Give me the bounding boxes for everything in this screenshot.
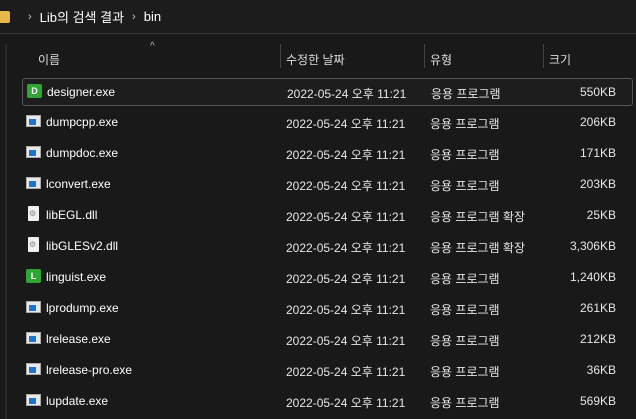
chevron-right-icon[interactable]: › <box>28 11 32 23</box>
file-type: 응용 프로그램 <box>430 148 500 162</box>
file-type: 응용 프로그램 <box>430 272 500 286</box>
exe-icon <box>26 301 41 313</box>
column-header: ^ 이름 수정한 날짜 유형 크기 <box>0 41 636 70</box>
file-name: lprodump.exe <box>46 301 119 315</box>
file-row[interactable]: L linguist.exe 2022-05-24 오후 11:21 응용 프로… <box>22 264 632 290</box>
file-date: 2022-05-24 오후 11:21 <box>286 117 406 131</box>
file-name: designer.exe <box>47 85 116 99</box>
dll-icon <box>28 206 39 221</box>
file-date: 2022-05-24 오후 11:21 <box>286 334 406 348</box>
exe-icon <box>26 146 41 158</box>
exe-icon <box>26 394 41 406</box>
file-date: 2022-05-24 오후 11:21 <box>286 365 406 379</box>
file-size: 36KB <box>586 363 616 377</box>
file-date: 2022-05-24 오후 11:21 <box>286 303 406 317</box>
file-name: linguist.exe <box>46 270 107 284</box>
exe-icon <box>26 177 41 189</box>
file-row[interactable]: dumpdoc.exe 2022-05-24 오후 11:21 응용 프로그램 … <box>22 140 632 166</box>
pane-border <box>5 44 7 419</box>
file-row[interactable]: lprodump.exe 2022-05-24 오후 11:21 응용 프로그램… <box>22 295 632 321</box>
file-date: 2022-05-24 오후 11:21 <box>286 210 406 224</box>
file-row[interactable]: lrelease.exe 2022-05-24 오후 11:21 응용 프로그램… <box>22 326 632 352</box>
file-date: 2022-05-24 오후 11:21 <box>287 87 407 101</box>
file-type: 응용 프로그램 <box>430 396 500 410</box>
column-header-type[interactable]: 유형 <box>430 51 452 68</box>
chevron-right-icon[interactable]: › <box>132 11 136 23</box>
file-name: dumpdoc.exe <box>46 146 119 160</box>
file-size: 25KB <box>586 208 616 222</box>
column-divider[interactable] <box>280 44 281 68</box>
file-type: 응용 프로그램 <box>431 87 501 101</box>
file-row[interactable]: libGLESv2.dll 2022-05-24 오후 11:21 응용 프로그… <box>22 233 632 259</box>
file-row[interactable]: D designer.exe 2022-05-24 오후 11:21 응용 프로… <box>22 78 633 106</box>
file-name: lupdate.exe <box>46 394 109 408</box>
file-row[interactable]: lrelease-pro.exe 2022-05-24 오후 11:21 응용 … <box>22 357 632 383</box>
file-size: 261KB <box>579 301 616 315</box>
file-name: dumpcpp.exe <box>46 115 119 129</box>
file-name: lrelease.exe <box>46 332 111 346</box>
file-type: 응용 프로그램 <box>430 334 500 348</box>
file-type: 응용 프로그램 <box>430 303 500 317</box>
file-row[interactable]: libEGL.dll 2022-05-24 오후 11:21 응용 프로그램 확… <box>22 202 632 228</box>
exe-icon <box>26 115 41 127</box>
file-name: lconvert.exe <box>46 177 111 191</box>
sort-ascending-icon: ^ <box>150 41 155 52</box>
file-type: 응용 프로그램 확장 <box>430 210 525 224</box>
dll-icon <box>28 237 39 252</box>
file-size: 171KB <box>579 146 616 160</box>
file-size: 1,240KB <box>569 270 616 284</box>
file-date: 2022-05-24 오후 11:21 <box>286 396 406 410</box>
column-header-date[interactable]: 수정한 날짜 <box>286 51 345 68</box>
exe-icon <box>26 332 41 344</box>
file-size: 550KB <box>579 85 616 99</box>
file-name: libEGL.dll <box>46 208 98 222</box>
file-size: 206KB <box>579 115 616 129</box>
file-date: 2022-05-24 오후 11:21 <box>286 148 406 162</box>
file-row[interactable]: lconvert.exe 2022-05-24 오후 11:21 응용 프로그램… <box>22 171 632 197</box>
file-size: 203KB <box>579 177 616 191</box>
file-type: 응용 프로그램 <box>430 179 500 193</box>
file-name: lrelease-pro.exe <box>46 363 133 377</box>
column-header-name[interactable]: 이름 <box>38 51 60 68</box>
column-divider[interactable] <box>543 44 544 68</box>
file-size: 569KB <box>579 394 616 408</box>
exe-icon <box>26 363 41 375</box>
qt-designer-icon: D <box>27 84 42 98</box>
file-type: 응용 프로그램 확장 <box>430 241 525 255</box>
file-type: 응용 프로그램 <box>430 117 500 131</box>
qt-linguist-icon: L <box>26 269 41 283</box>
file-date: 2022-05-24 오후 11:21 <box>286 272 406 286</box>
file-row[interactable]: lupdate.exe 2022-05-24 오후 11:21 응용 프로그램 … <box>22 388 632 414</box>
file-date: 2022-05-24 오후 11:21 <box>286 179 406 193</box>
file-date: 2022-05-24 오후 11:21 <box>286 241 406 255</box>
file-size: 3,306KB <box>569 239 616 253</box>
file-size: 212KB <box>579 332 616 346</box>
breadcrumb-bar: › Lib의 검색 결과 › bin <box>0 0 636 34</box>
file-name: libGLESv2.dll <box>46 239 119 253</box>
column-divider[interactable] <box>424 44 425 68</box>
folder-icon <box>0 10 10 23</box>
breadcrumb-bin[interactable]: bin <box>144 9 161 24</box>
breadcrumb-search-results[interactable]: Lib의 검색 결과 <box>40 7 124 26</box>
column-header-size[interactable]: 크기 <box>549 51 571 68</box>
file-row[interactable]: dumpcpp.exe 2022-05-24 오후 11:21 응용 프로그램 … <box>22 109 632 135</box>
file-type: 응용 프로그램 <box>430 365 500 379</box>
